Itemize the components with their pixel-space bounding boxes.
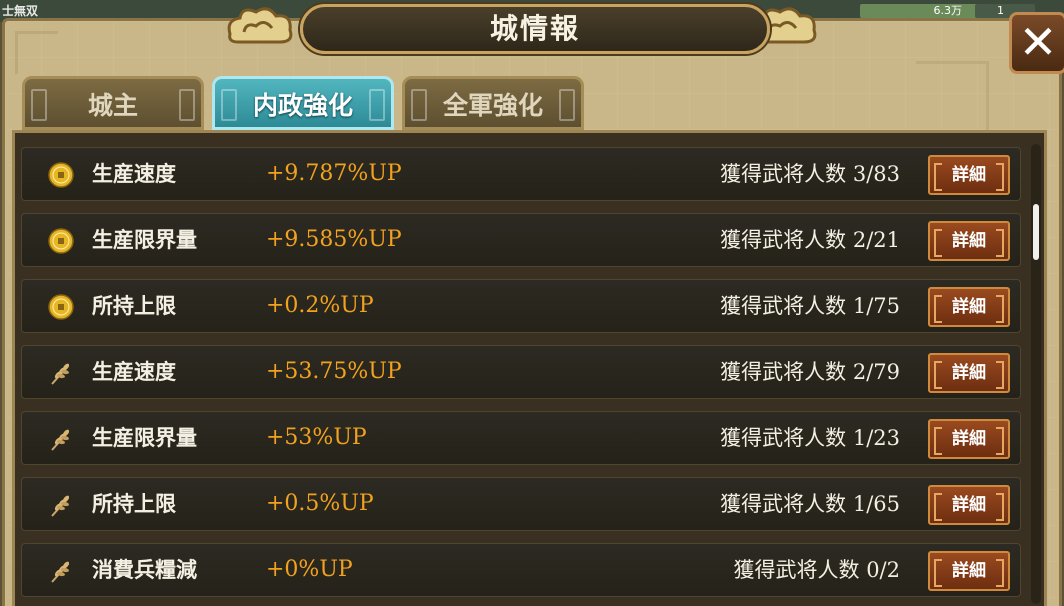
frame-ornament <box>916 61 989 134</box>
generals-count: 獲得武将人数 2/21 <box>720 228 900 252</box>
bonus-name: 生産速度 <box>92 162 176 186</box>
details-button[interactable]: 詳細 <box>928 155 1010 195</box>
tab-label: 全軍強化 <box>442 91 543 120</box>
generals-count: 獲得武将人数 3/83 <box>720 162 900 186</box>
tab-ornament <box>411 89 427 121</box>
tab-ornament <box>31 89 47 121</box>
details-button-label: 詳細 <box>952 231 986 251</box>
tab-ornament <box>369 89 385 121</box>
grain-icon <box>51 429 70 451</box>
bonus-list-panel[interactable]: 生産速度 +9.787%UP 獲得武将人数 3/83 詳細 生産限界量 +9.5… <box>12 130 1047 606</box>
tab-castle-lord[interactable]: 城主 <box>22 76 204 130</box>
button-bracket <box>996 559 1004 587</box>
generals-count: 獲得武将人数 0/2 <box>733 558 900 582</box>
bonus-name: 生産限界量 <box>92 426 197 450</box>
grain-icon <box>51 363 70 385</box>
button-bracket <box>996 295 1004 323</box>
bonus-value: +53%UP <box>266 425 367 450</box>
generals-count: 獲得武将人数 1/23 <box>720 426 900 450</box>
button-bracket <box>996 163 1004 191</box>
bonus-name: 所持上限 <box>92 294 176 318</box>
bonus-value: +53.75%UP <box>266 359 402 384</box>
bonus-value: +0%UP <box>266 557 353 582</box>
bonus-name: 生産速度 <box>92 360 176 384</box>
bonus-value: +9.585%UP <box>266 227 402 252</box>
button-bracket <box>996 427 1004 455</box>
details-button[interactable]: 詳細 <box>928 287 1010 327</box>
button-bracket <box>934 559 942 587</box>
tab-label: 内政強化 <box>252 91 353 120</box>
list-item: 生産速度 +53.75%UP 獲得武将人数 2/79 詳細 <box>21 345 1021 399</box>
details-button[interactable]: 詳細 <box>928 551 1010 591</box>
list-item: 生産速度 +9.787%UP 獲得武将人数 3/83 詳細 <box>21 147 1021 201</box>
button-bracket <box>934 361 942 389</box>
details-button-label: 詳細 <box>952 495 986 515</box>
bonus-name: 所持上限 <box>92 492 176 516</box>
coin-icon <box>48 294 74 320</box>
details-button-label: 詳細 <box>952 429 986 449</box>
scrollbar-thumb[interactable] <box>1033 204 1039 260</box>
list-item: 所持上限 +0.5%UP 獲得武将人数 1/65 詳細 <box>21 477 1021 531</box>
button-bracket <box>934 163 942 191</box>
resource-counter: 6.3万 <box>860 4 980 18</box>
generals-count: 獲得武将人数 2/79 <box>720 360 900 384</box>
tab-ornament <box>179 89 195 121</box>
coin-icon <box>48 162 74 188</box>
button-bracket <box>934 493 942 521</box>
bonus-name: 生産限界量 <box>92 228 197 252</box>
details-button[interactable]: 詳細 <box>928 485 1010 525</box>
list-item: 生産限界量 +53%UP 獲得武将人数 1/23 詳細 <box>21 411 1021 465</box>
cloud-ornament-icon <box>227 7 293 44</box>
button-bracket <box>996 493 1004 521</box>
details-button[interactable]: 詳細 <box>928 221 1010 261</box>
generals-count: 獲得武将人数 1/75 <box>720 294 900 318</box>
close-button[interactable]: ✕ <box>1009 12 1064 74</box>
grain-icon <box>51 495 70 517</box>
tab-army-enhance[interactable]: 全軍強化 <box>402 76 584 130</box>
details-button[interactable]: 詳細 <box>928 419 1010 459</box>
button-bracket <box>934 229 942 257</box>
button-bracket <box>996 229 1004 257</box>
details-button-label: 詳細 <box>952 297 986 317</box>
window-title: 城情報 <box>489 12 580 45</box>
list-item: 生産限界量 +9.585%UP 獲得武将人数 2/21 詳細 <box>21 213 1021 267</box>
details-button[interactable]: 詳細 <box>928 353 1010 393</box>
button-bracket <box>934 295 942 323</box>
button-bracket <box>996 361 1004 389</box>
list-item: 消費兵糧減 +0%UP 獲得武将人数 0/2 詳細 <box>21 543 1021 597</box>
bonus-value: +0.2%UP <box>266 293 374 318</box>
tab-label: 城主 <box>87 91 138 120</box>
tab-ornament <box>221 89 237 121</box>
grain-icon <box>51 561 70 583</box>
generals-count: 獲得武将人数 1/65 <box>720 492 900 516</box>
title-plate: 城情報 <box>300 4 770 54</box>
details-button-label: 詳細 <box>952 363 986 383</box>
button-bracket <box>934 427 942 455</box>
list-item: 所持上限 +0.2%UP 獲得武将人数 1/75 詳細 <box>21 279 1021 333</box>
details-button-label: 詳細 <box>952 165 986 185</box>
tab-ornament <box>559 89 575 121</box>
game-name: 士無双 <box>2 4 39 18</box>
bonus-value: +0.5%UP <box>266 491 374 516</box>
coin-icon <box>48 228 74 254</box>
details-button-label: 詳細 <box>952 561 986 581</box>
bonus-name: 消費兵糧減 <box>92 558 197 582</box>
frame-ornament <box>15 31 58 74</box>
tab-domestic-enhance[interactable]: 内政強化 <box>212 76 394 130</box>
bonus-value: +9.787%UP <box>266 161 402 186</box>
